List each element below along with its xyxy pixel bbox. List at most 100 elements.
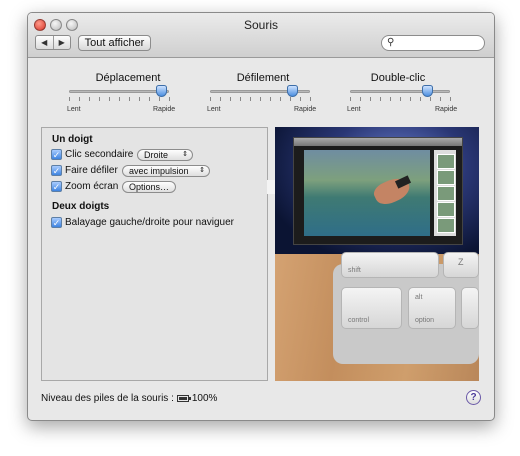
slider-tick	[260, 97, 261, 101]
back-arrow-icon[interactable]: ◀	[36, 36, 54, 49]
zoom-checkbox[interactable]: ✓	[51, 181, 62, 192]
key-z-label: Z	[458, 257, 464, 267]
popup-arrows-icon: ⇕	[199, 167, 205, 174]
scroll-mode-popup[interactable]: avec impulsion ⇕	[122, 165, 210, 177]
key-shift: shift	[341, 252, 439, 278]
slider-tick	[300, 97, 301, 101]
secondary-click-popup[interactable]: Droite ⇕	[137, 149, 193, 161]
slider-tick	[79, 97, 80, 101]
slider-tick	[370, 97, 371, 101]
slider-min-tracking: Lent	[67, 106, 81, 113]
slider-max-tracking: Rapide	[153, 106, 176, 113]
window-title: Souris	[243, 18, 278, 32]
slider-tick	[290, 97, 291, 101]
secondary-click-checkbox[interactable]: ✓	[51, 149, 62, 160]
slider-ticks-tracking	[69, 97, 170, 101]
slider-tick	[139, 97, 140, 101]
slider-tick	[169, 97, 170, 101]
zoom-options-button[interactable]: Options…	[122, 181, 176, 193]
slider-tick	[420, 97, 421, 101]
scroll-checkbox[interactable]: ✓	[51, 165, 62, 176]
thumbnail	[437, 154, 455, 169]
slider-ticks-double-click	[350, 97, 451, 101]
scroll-mode-value: avec impulsion	[129, 166, 189, 176]
secondary-click-value: Droite	[144, 150, 169, 160]
slider-track-tracking[interactable]	[69, 90, 169, 93]
slider-tick	[129, 97, 130, 101]
slider-tick	[99, 97, 100, 101]
slider-tick	[230, 97, 231, 101]
slider-tick	[430, 97, 431, 101]
popup-arrows-icon: ⇕	[182, 151, 188, 158]
slider-knob-double-click[interactable]	[421, 85, 433, 97]
slider-tick	[400, 97, 401, 101]
slider-tick	[410, 97, 411, 101]
key-shift-label: shift	[348, 267, 361, 274]
slider-tick	[280, 97, 281, 101]
slider-tick	[390, 97, 391, 101]
forward-arrow-icon[interactable]: ▶	[54, 36, 71, 49]
thumbnail	[437, 170, 455, 185]
search-field[interactable]: ⚲	[381, 35, 485, 51]
two-fingers-heading: Deux doigts	[52, 201, 110, 212]
slider-tick	[159, 97, 160, 101]
scroll-label: Faire défiler	[65, 165, 118, 176]
preferences-window: Souris ◀ ▶ Tout afficher ⚲ Déplacement L…	[27, 12, 495, 421]
secondary-click-row: ✓ Clic secondaire	[51, 149, 133, 160]
scroll-row: ✓ Faire défiler	[51, 165, 118, 176]
slider-tick	[109, 97, 110, 101]
slider-knob-scrolling[interactable]	[286, 85, 298, 97]
slider-tick	[360, 97, 361, 101]
slider-min-double-click: Lent	[347, 106, 361, 113]
slider-max-double-click: Rapide	[435, 106, 458, 113]
battery-icon	[176, 395, 191, 402]
key-alt-label: alt	[415, 294, 423, 301]
slider-tick	[270, 97, 271, 101]
preview-photo-window	[293, 137, 463, 245]
nav-segmented-control: ◀ ▶	[35, 35, 71, 50]
thumbnail	[437, 202, 455, 217]
swipe-checkbox[interactable]: ✓	[51, 217, 62, 228]
key-z: Z	[443, 252, 479, 278]
key-control: control	[341, 287, 402, 329]
battery-status: Niveau des piles de la souris : 100%	[41, 393, 217, 404]
slider-tick	[350, 97, 351, 101]
swipe-label: Balayage gauche/droite pour naviguer	[65, 217, 235, 228]
thumbnail	[437, 186, 455, 201]
key-control-label: control	[348, 317, 370, 324]
slider-tick	[119, 97, 120, 101]
preview-photo	[304, 150, 430, 236]
slider-tick	[240, 97, 241, 101]
gesture-options-panel: Un doigt ✓ Clic secondaire Droite ⇕ ✓ Fa…	[41, 127, 268, 381]
slider-tick	[310, 97, 311, 101]
slider-max-scrolling: Rapide	[294, 106, 317, 113]
search-icon: ⚲	[387, 37, 395, 48]
slider-label-double-click: Double-clic	[370, 72, 426, 84]
secondary-click-label: Clic secondaire	[65, 149, 134, 160]
show-all-button[interactable]: Tout afficher	[78, 35, 151, 51]
slider-tick	[69, 97, 70, 101]
slider-track-double-click[interactable]	[350, 90, 450, 93]
key-option-label: option	[415, 317, 435, 324]
key-option: alt option	[408, 287, 456, 329]
key-partial	[461, 287, 479, 329]
title-bar: Souris ◀ ▶ Tout afficher ⚲	[28, 13, 494, 58]
slider-tick	[149, 97, 150, 101]
preview-keyboard: shift Z control alt option	[275, 252, 479, 381]
slider-knob-tracking[interactable]	[155, 85, 167, 97]
battery-fill	[178, 397, 187, 400]
slider-min-scrolling: Lent	[207, 106, 221, 113]
help-button[interactable]: ?	[466, 390, 481, 405]
slider-tick	[450, 97, 451, 101]
zoom-row: ✓ Zoom écran	[51, 181, 118, 192]
slider-ticks-scrolling	[210, 97, 311, 101]
slider-tick	[380, 97, 381, 101]
slider-tick	[220, 97, 221, 101]
preview-window-titlebar	[294, 138, 462, 146]
slider-label-tracking: Déplacement	[95, 72, 161, 84]
slider-tick	[440, 97, 441, 101]
one-finger-heading: Un doigt	[52, 134, 93, 145]
zoom-label: Zoom écran	[65, 181, 119, 192]
battery-label: Niveau des piles de la souris :	[41, 393, 174, 404]
gesture-preview-video: shift Z control alt option	[275, 127, 479, 381]
